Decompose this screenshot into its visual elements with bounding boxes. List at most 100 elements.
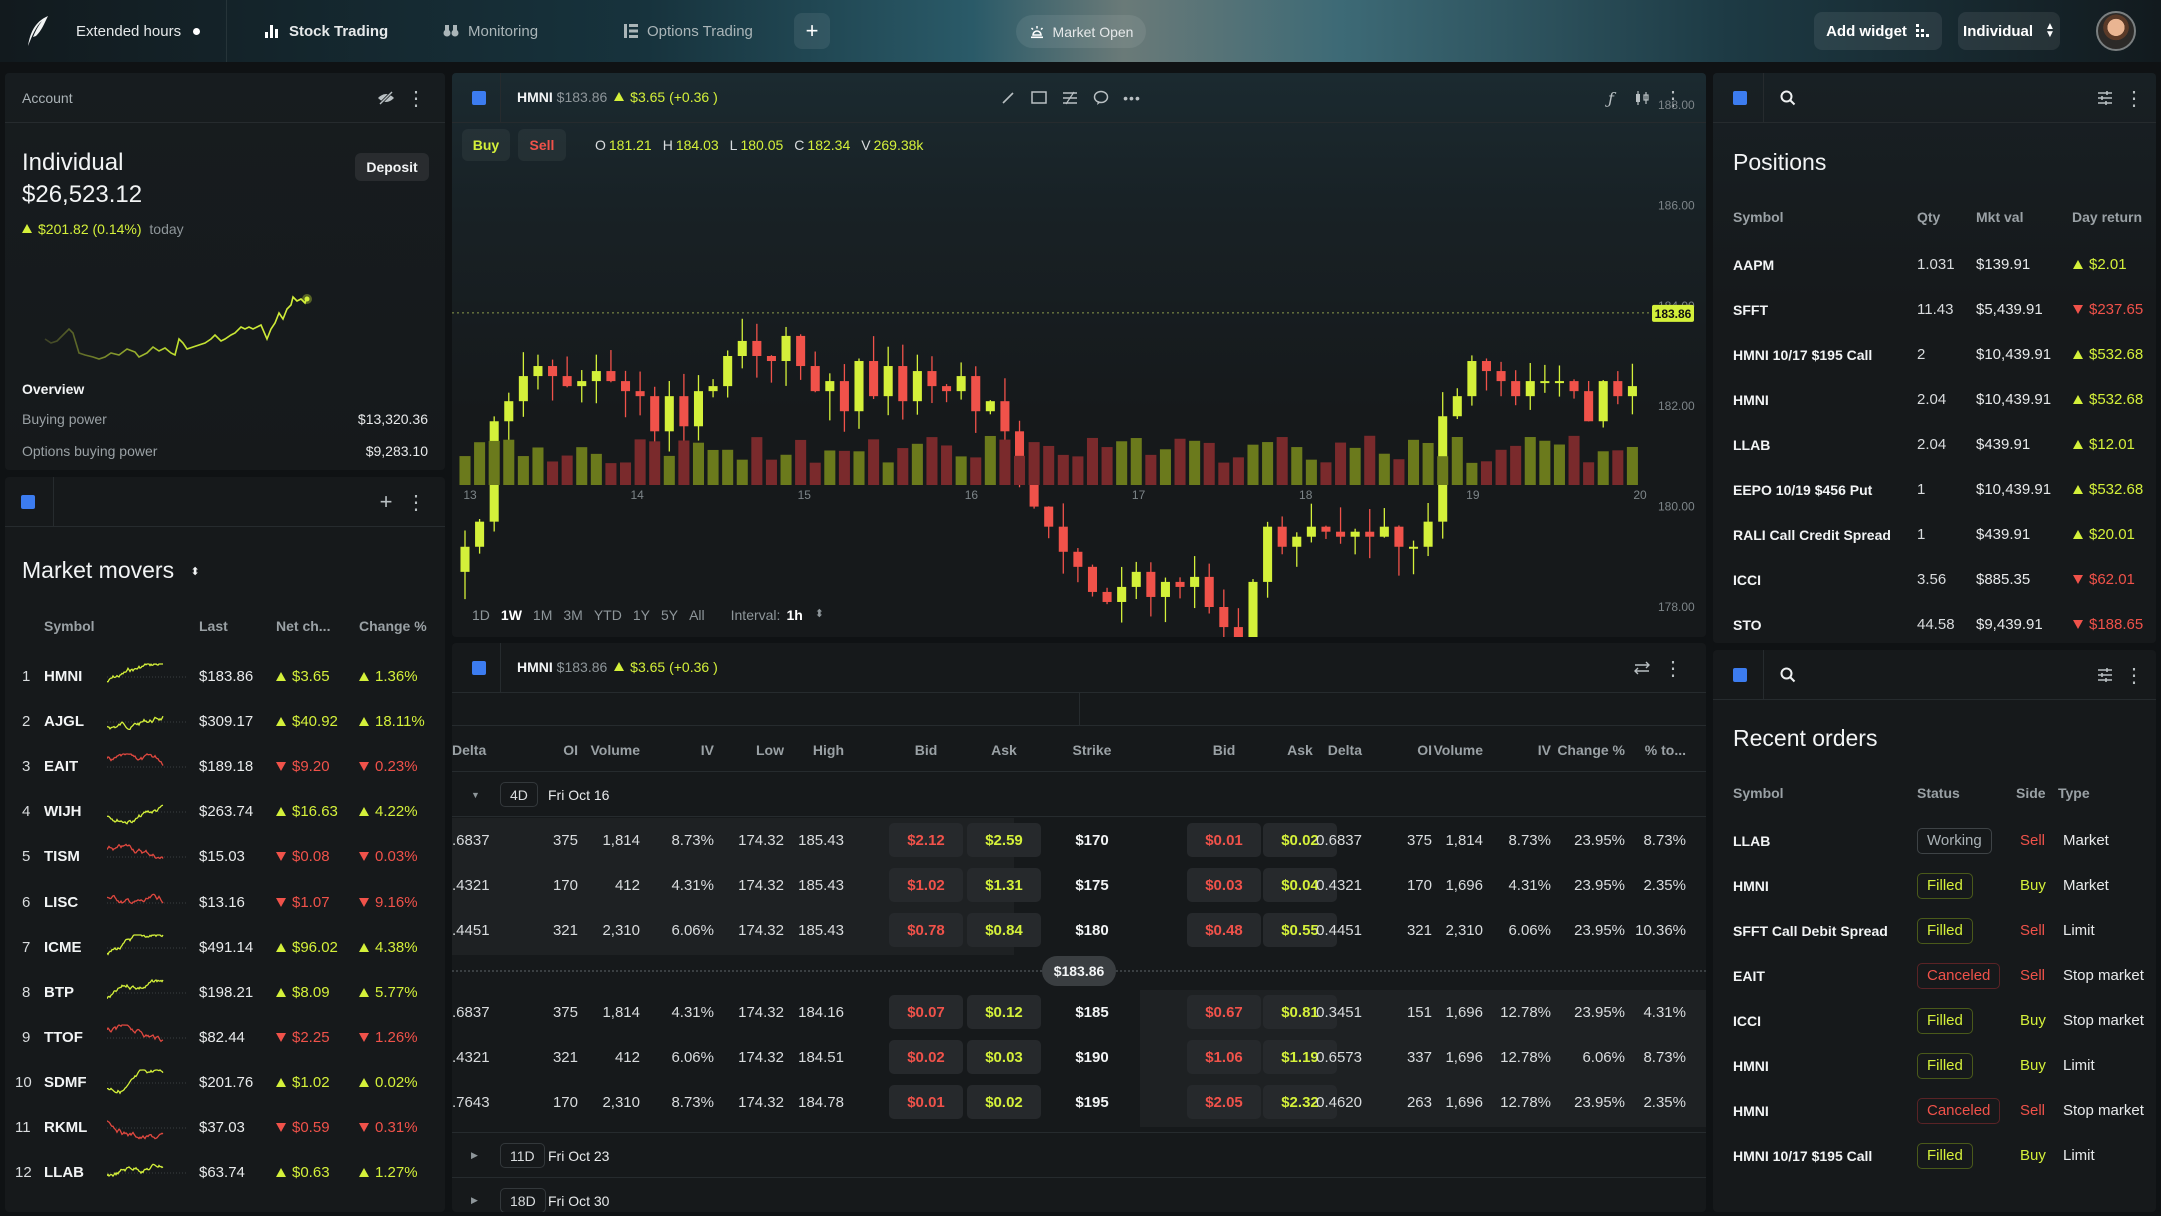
link-color-icon[interactable] (1733, 91, 1747, 105)
column-header-change-pct[interactable]: Change % (359, 618, 427, 634)
range-all[interactable]: All (689, 607, 705, 623)
search-icon[interactable] (1777, 87, 1799, 109)
expiry-row[interactable]: ▼ 4D Fri Oct 16 (452, 772, 1706, 817)
add-icon[interactable]: + (375, 489, 397, 514)
call-ask[interactable]: $0.84 (967, 913, 1041, 947)
link-color-icon[interactable] (21, 495, 35, 509)
put-header-to[interactable]: % to... (1645, 727, 1686, 772)
market-mover-row[interactable]: 7 ICME $491.14 $96.02 4.38% (5, 925, 445, 970)
range-1m[interactable]: 1M (533, 607, 552, 623)
more-options-icon[interactable]: ⋮ (406, 87, 426, 110)
range-1y[interactable]: 1Y (633, 607, 650, 623)
call-header-high[interactable]: High (813, 727, 844, 772)
chevron-right-icon[interactable]: ▶ (471, 1178, 478, 1212)
user-avatar[interactable] (2096, 11, 2136, 51)
position-row[interactable]: ICCI 3.56 $885.35 $62.01 (1713, 557, 2156, 602)
add-widget-button[interactable]: Add widget (1814, 12, 1942, 50)
put-header-iv[interactable]: IV (1538, 727, 1551, 772)
put-bid[interactable]: $0.01 (1187, 823, 1261, 857)
call-header-low[interactable]: Low (756, 727, 784, 772)
extended-hours-toggle[interactable]: Extended hours (76, 0, 201, 62)
market-mover-row[interactable]: 11 RKML $37.03 $0.59 0.31% (5, 1105, 445, 1150)
more-options-icon[interactable]: ⋮ (2124, 664, 2144, 687)
call-header-delta[interactable]: Delta (452, 727, 486, 772)
put-header-delta[interactable]: Delta (1328, 727, 1362, 772)
put-bid[interactable]: $0.48 (1187, 913, 1261, 947)
strike-header[interactable]: Strike (1052, 727, 1132, 772)
swap-icon[interactable] (1632, 657, 1652, 679)
column-header-day-return[interactable]: Day return (2072, 209, 2142, 225)
column-header-mkt-val[interactable]: Mkt val (1976, 209, 2023, 225)
call-header-volume[interactable]: Volume (590, 727, 640, 772)
order-row[interactable]: LLAB Working Sell Market (1713, 818, 2156, 863)
search-icon[interactable] (1777, 664, 1799, 686)
add-tab-button[interactable]: + (794, 13, 830, 49)
position-row[interactable]: LLAB 2.04 $439.91 $12.01 (1713, 422, 2156, 467)
market-mover-row[interactable]: 8 BTP $198.21 $8.09 5.77% (5, 970, 445, 1015)
order-row[interactable]: HMNI 10/17 $195 Call Filled Buy Limit (1713, 1133, 2156, 1178)
tab-options-trading[interactable]: Options Trading (624, 0, 753, 62)
position-row[interactable]: EEPO 10/19 $456 Put 1 $10,439.91 $532.68 (1713, 467, 2156, 512)
call-ask[interactable]: $0.03 (967, 1040, 1041, 1074)
column-header-qty[interactable]: Qty (1917, 209, 1940, 225)
market-mover-row[interactable]: 3 EAIT $189.18 $9.20 0.23% (5, 744, 445, 789)
put-bid[interactable]: $0.67 (1187, 995, 1261, 1029)
filter-sliders-icon[interactable] (2094, 664, 2116, 686)
column-header-side[interactable]: Side (2016, 785, 2046, 801)
chevron-down-icon[interactable]: ▼ (471, 772, 480, 817)
put-bid[interactable]: $2.05 (1187, 1085, 1261, 1119)
tab-stock-trading[interactable]: Stock Trading (264, 0, 388, 62)
position-row[interactable]: RALI Call Credit Spread 1 $439.91 $20.01 (1713, 512, 2156, 557)
market-mover-row[interactable]: 1 HMNI $183.86 $3.65 1.36% (5, 654, 445, 699)
call-header-ask[interactable]: Ask (964, 727, 1044, 772)
range-ytd[interactable]: YTD (594, 607, 622, 623)
position-row[interactable]: STO 44.58 $9,439.91 $188.65 (1713, 602, 2156, 643)
option-row[interactable]: .7643 170 2,310 8.73% 174.32 184.78 $0.01 $0.02… (452, 1080, 1706, 1125)
position-row[interactable]: AAPM 1.031 $139.91 $2.01 (1713, 242, 2156, 287)
put-header-change[interactable]: Change % (1557, 727, 1625, 772)
link-color-icon[interactable] (472, 661, 486, 675)
order-row[interactable]: HMNI Filled Buy Market (1713, 863, 2156, 908)
link-color-icon[interactable] (1733, 668, 1747, 682)
call-ask[interactable]: $1.31 (967, 868, 1041, 902)
column-header-status[interactable]: Status (1917, 785, 1960, 801)
range-5y[interactable]: 5Y (661, 607, 678, 623)
market-mover-row[interactable]: 9 TTOF $82.44 $2.25 1.26% (5, 1015, 445, 1060)
call-bid[interactable]: $2.12 (889, 823, 963, 857)
tab-monitoring[interactable]: Monitoring (443, 0, 538, 62)
put-header-oi[interactable]: OI (1417, 727, 1432, 772)
column-header-symbol[interactable]: Symbol (1733, 209, 1784, 225)
candlestick-chart[interactable]: 188.00186.00184.00182.00180.00178.00176.… (452, 73, 1706, 637)
put-bid[interactable]: $1.06 (1187, 1040, 1261, 1074)
order-row[interactable]: HMNI Filled Buy Limit (1713, 1043, 2156, 1088)
column-header-symbol[interactable]: Symbol (44, 618, 95, 634)
interval-selector[interactable]: 1h (786, 607, 802, 623)
call-bid[interactable]: $0.02 (889, 1040, 963, 1074)
more-options-icon[interactable]: ⋮ (2124, 87, 2144, 110)
range-1d[interactable]: 1D (472, 607, 490, 623)
put-bid[interactable]: $0.03 (1187, 868, 1261, 902)
call-header-bid[interactable]: Bid (886, 727, 966, 772)
logo[interactable] (24, 0, 50, 62)
call-header-iv[interactable]: IV (701, 727, 714, 772)
column-header-symbol[interactable]: Symbol (1733, 785, 1784, 801)
column-header-type[interactable]: Type (2058, 785, 2090, 801)
market-mover-row[interactable]: 6 LISC $13.16 $1.07 9.16% (5, 880, 445, 925)
column-header-net-change[interactable]: Net ch... (276, 618, 330, 634)
call-ask[interactable]: $0.12 (967, 995, 1041, 1029)
expiry-row[interactable]: ▶ 11D Fri Oct 23 (452, 1133, 1706, 1178)
more-options-icon[interactable]: ⋮ (406, 491, 426, 514)
option-row[interactable]: .4451 321 2,310 6.06% 174.32 185.43 $0.78 $0.84… (452, 908, 1706, 953)
call-ask[interactable]: $2.59 (967, 823, 1041, 857)
put-header-bid[interactable]: Bid (1184, 727, 1264, 772)
order-row[interactable]: HMNI Canceled Sell Stop market (1713, 1088, 2156, 1133)
market-movers-title[interactable]: Market movers ⬍ (22, 557, 200, 584)
option-row[interactable]: .4321 170 412 4.31% 174.32 185.43 $1.02 $1.31 $1… (452, 863, 1706, 908)
filter-sliders-icon[interactable] (2094, 87, 2116, 109)
position-row[interactable]: HMNI 10/17 $195 Call 2 $10,439.91 $532.68 (1713, 332, 2156, 377)
range-3m[interactable]: 3M (563, 607, 582, 623)
position-row[interactable]: SFFT 11.43 $5,439.91 $237.65 (1713, 287, 2156, 332)
call-ask[interactable]: $0.02 (967, 1085, 1041, 1119)
option-row[interactable]: .6837 375 1,814 8.73% 174.32 185.43 $2.12 $2.59… (452, 818, 1706, 863)
chevron-right-icon[interactable]: ▶ (471, 1133, 478, 1178)
